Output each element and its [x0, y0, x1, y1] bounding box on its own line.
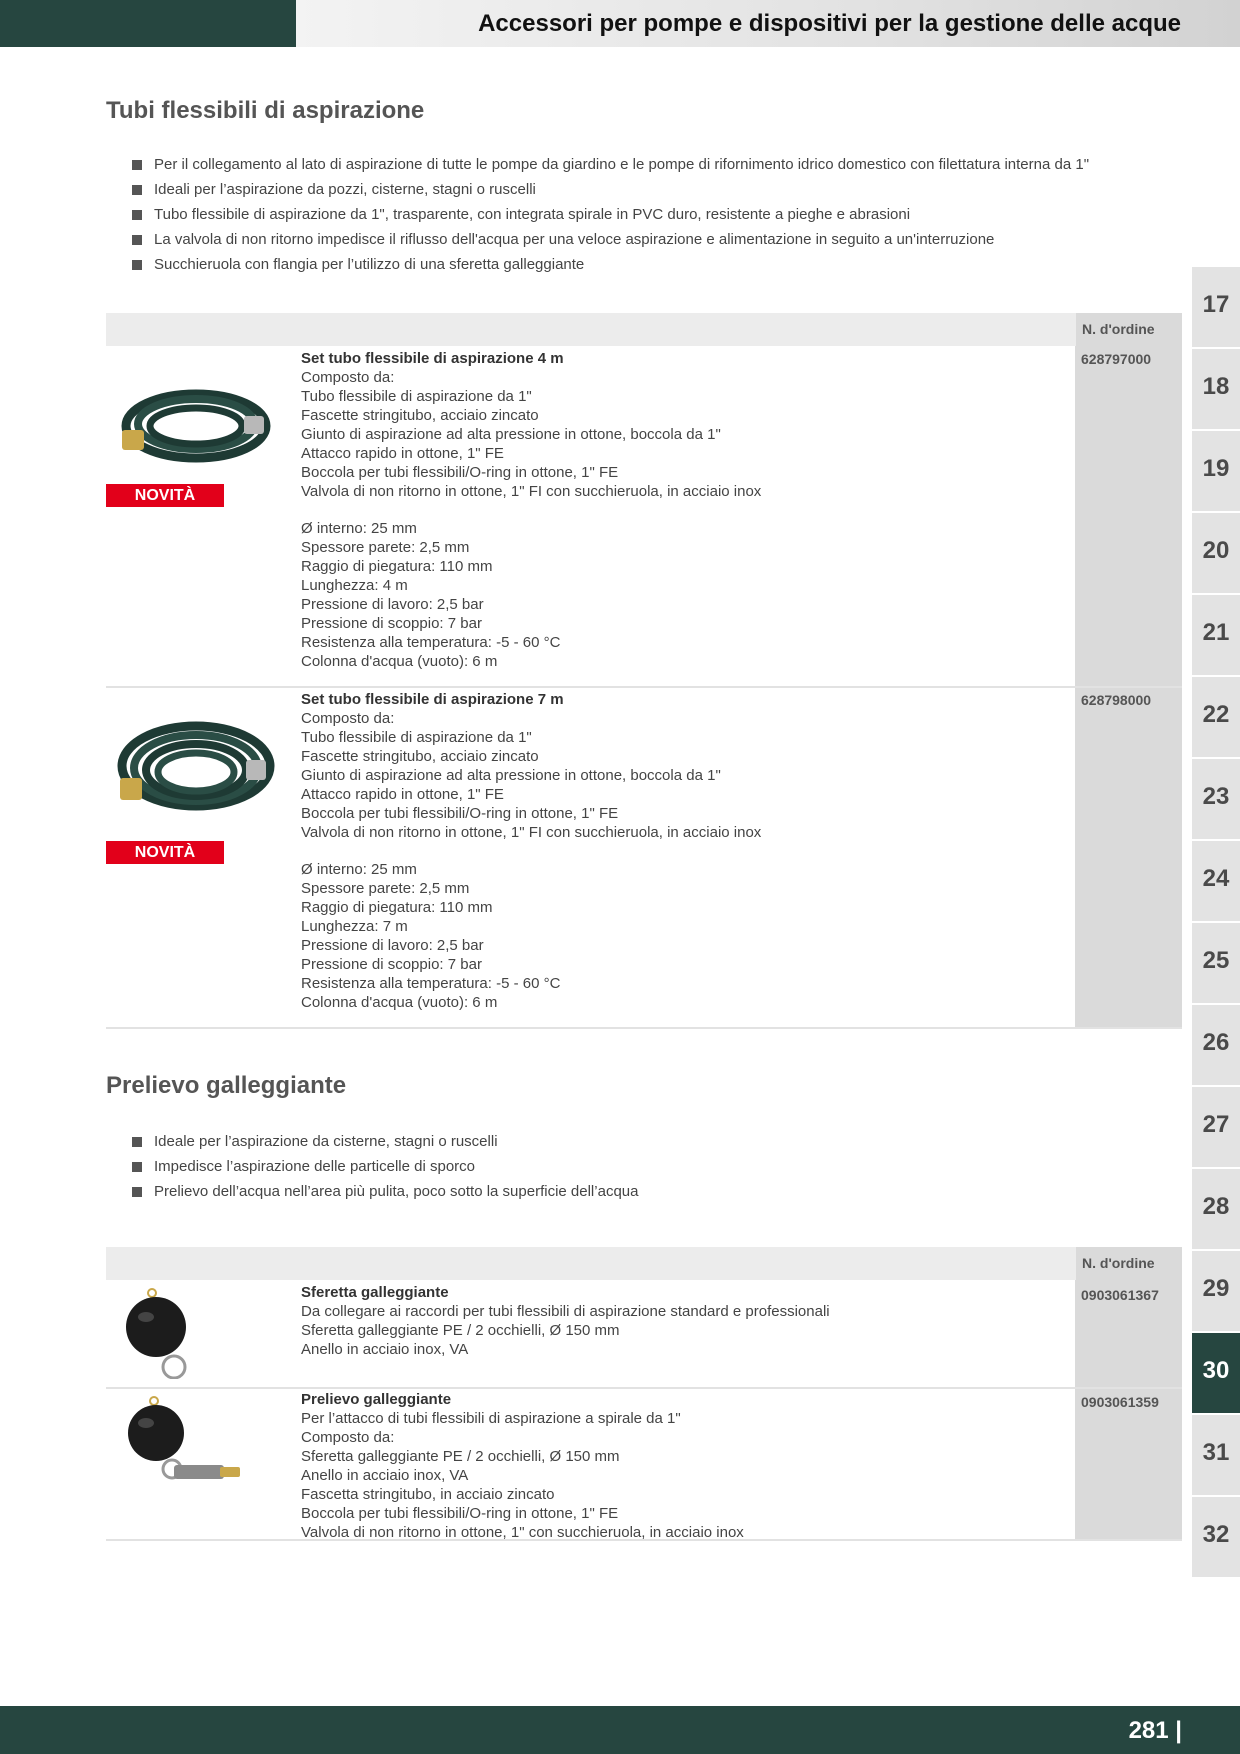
chapter-tab-28[interactable]: 28	[1192, 1169, 1240, 1249]
footer-bar: 281 |	[0, 1706, 1240, 1754]
product-line: Anello in acciaio inox, VA	[301, 1341, 469, 1358]
feature-item: Impedisce l’aspirazione delle particelle…	[132, 1157, 638, 1182]
page-number: 281 |	[1128, 1717, 1182, 1744]
product-line: Attacco rapido in ottone, 1" FE	[301, 445, 504, 462]
suction-hoses-feature-list: Per il collegamento al lato di aspirazio…	[132, 155, 1089, 280]
product-line: Valvola di non ritorno in ottone, 1" FI …	[301, 824, 762, 841]
product-spec: Pressione di scoppio: 7 bar	[301, 615, 482, 632]
product-spec: Colonna d'acqua (vuoto): 6 m	[301, 653, 498, 670]
order-number-header: N. d'ordine	[1076, 313, 1182, 346]
product-line: Valvola di non ritorno in ottone, 1" FI …	[301, 483, 762, 500]
product-description: Set tubo flessibile di aspirazione 4 m C…	[301, 349, 761, 671]
product-line: Boccola per tubi flessibili/O-ring in ot…	[301, 464, 619, 481]
feature-item: Ideale per l’aspirazione da cisterne, st…	[132, 1132, 638, 1157]
chapter-tab-29[interactable]: 29	[1192, 1251, 1240, 1331]
product-spec: Colonna d'acqua (vuoto): 6 m	[301, 994, 498, 1011]
product-spec: Resistenza alla temperatura: -5 - 60 °C	[301, 975, 561, 992]
product-line: Giunto di aspirazione ad alta pressione …	[301, 426, 721, 443]
product-line: Per l’attacco di tubi flessibili di aspi…	[301, 1410, 681, 1427]
chapter-tab-17[interactable]: 17	[1192, 267, 1240, 347]
chapter-tab-21[interactable]: 21	[1192, 595, 1240, 675]
product-line: Sferetta galleggiante PE / 2 occhielli, …	[301, 1448, 620, 1465]
product-spec: Spessore parete: 2,5 mm	[301, 880, 470, 897]
feature-item: Prelievo dell’acqua nell’area più pulita…	[132, 1182, 638, 1207]
product-line: Da collegare ai raccordi per tubi flessi…	[301, 1303, 830, 1320]
table-header: N. d'ordine	[106, 313, 1182, 346]
chapter-tab-25[interactable]: 25	[1192, 923, 1240, 1003]
product-line: Composto da:	[301, 369, 395, 386]
product-line: Tubo flessibile di aspirazione da 1"	[301, 729, 532, 746]
feature-item: Tubo flessibile di aspirazione da 1", tr…	[132, 205, 1089, 230]
product-name: Set tubo flessibile di aspirazione 7 m	[301, 691, 564, 708]
order-number: 0903061359	[1081, 1394, 1159, 1410]
row-divider	[106, 1027, 1182, 1029]
feature-item: Ideali per l’aspirazione da pozzi, ciste…	[132, 180, 1089, 205]
product-line: Tubo flessibile di aspirazione da 1"	[301, 388, 532, 405]
chapter-tab-26[interactable]: 26	[1192, 1005, 1240, 1085]
product-spec: Spessore parete: 2,5 mm	[301, 539, 470, 556]
product-line: Attacco rapido in ottone, 1" FE	[301, 786, 504, 803]
floating-intake-image	[128, 1396, 240, 1480]
product-line: Boccola per tubi flessibili/O-ring in ot…	[301, 1505, 619, 1522]
feature-item: Succhieruola con flangia per l’utilizzo …	[132, 255, 1089, 280]
product-line: Composto da:	[301, 710, 395, 727]
product-line: Boccola per tubi flessibili/O-ring in ot…	[301, 805, 619, 822]
row-divider	[106, 686, 1182, 688]
suction-hose-7m-image	[117, 721, 275, 811]
product-spec: Pressione di lavoro: 2,5 bar	[301, 596, 484, 613]
product-spec: Lunghezza: 4 m	[301, 577, 408, 594]
feature-item: Per il collegamento al lato di aspirazio…	[132, 155, 1089, 180]
feature-item: La valvola di non ritorno impedisce il r…	[132, 230, 1089, 255]
chapter-tab-32[interactable]: 32	[1192, 1497, 1240, 1577]
product-name: Sferetta galleggiante	[301, 1284, 449, 1301]
product-description: Prelievo galleggiante Per l’attacco di t…	[301, 1390, 744, 1542]
chapter-tab-23[interactable]: 23	[1192, 759, 1240, 839]
float-ball-image	[126, 1288, 187, 1379]
order-number: 628798000	[1081, 692, 1152, 708]
product-line: Composto da:	[301, 1429, 395, 1446]
product-line: Fascette stringitubo, acciaio zincato	[301, 748, 539, 765]
product-line: Giunto di aspirazione ad alta pressione …	[301, 767, 721, 784]
product-spec: Raggio di piegatura: 110 mm	[301, 899, 493, 916]
chapter-tab-19[interactable]: 19	[1192, 431, 1240, 511]
product-spec: Ø interno: 25 mm	[301, 861, 417, 878]
chapter-tab-22[interactable]: 22	[1192, 677, 1240, 757]
product-line: Sferetta galleggiante PE / 2 occhielli, …	[301, 1322, 620, 1339]
chapter-tab-18[interactable]: 18	[1192, 349, 1240, 429]
header-accent-bar	[0, 0, 296, 47]
order-number-header: N. d'ordine	[1076, 1247, 1182, 1280]
product-name: Prelievo galleggiante	[301, 1391, 452, 1408]
product-description: Sferetta galleggiante Da collegare ai ra…	[301, 1283, 830, 1359]
product-spec: Ø interno: 25 mm	[301, 520, 417, 537]
product-line: Fascetta stringitubo, in acciaio zincato	[301, 1486, 555, 1503]
section-title-floating-intake: Prelievo galleggiante	[106, 1072, 347, 1099]
product-spec: Pressione di lavoro: 2,5 bar	[301, 937, 484, 954]
product-line: Anello in acciaio inox, VA	[301, 1467, 469, 1484]
section-title-suction-hoses: Tubi flessibili di aspirazione	[106, 97, 425, 124]
chapter-tab-24[interactable]: 24	[1192, 841, 1240, 921]
product-spec: Lunghezza: 7 m	[301, 918, 408, 935]
order-number: 0903061367	[1081, 1287, 1159, 1303]
suction-hose-4m-image	[121, 389, 271, 463]
order-number-column	[1075, 1280, 1182, 1540]
page-header-title: Accessori per pompe e dispositivi per la…	[478, 10, 1181, 37]
row-divider	[106, 1539, 1182, 1541]
chapter-tab-27[interactable]: 27	[1192, 1087, 1240, 1167]
floating-intake-feature-list: Ideale per l’aspirazione da cisterne, st…	[132, 1132, 638, 1207]
product-spec: Resistenza alla temperatura: -5 - 60 °C	[301, 634, 561, 651]
chapter-tab-30-active[interactable]: 30	[1192, 1333, 1240, 1413]
row-divider	[106, 1387, 1182, 1389]
product-name: Set tubo flessibile di aspirazione 4 m	[301, 350, 564, 367]
order-number: 628797000	[1081, 351, 1152, 367]
chapter-tab-20[interactable]: 20	[1192, 513, 1240, 593]
product-line: Fascette stringitubo, acciaio zincato	[301, 407, 539, 424]
product-spec: Raggio di piegatura: 110 mm	[301, 558, 493, 575]
product-description: Set tubo flessibile di aspirazione 7 m C…	[301, 690, 761, 1012]
table-header: N. d'ordine	[106, 1247, 1182, 1280]
new-badge: NOVITÀ	[106, 484, 224, 507]
chapter-tab-31[interactable]: 31	[1192, 1415, 1240, 1495]
product-spec: Pressione di scoppio: 7 bar	[301, 956, 482, 973]
new-badge: NOVITÀ	[106, 841, 224, 864]
